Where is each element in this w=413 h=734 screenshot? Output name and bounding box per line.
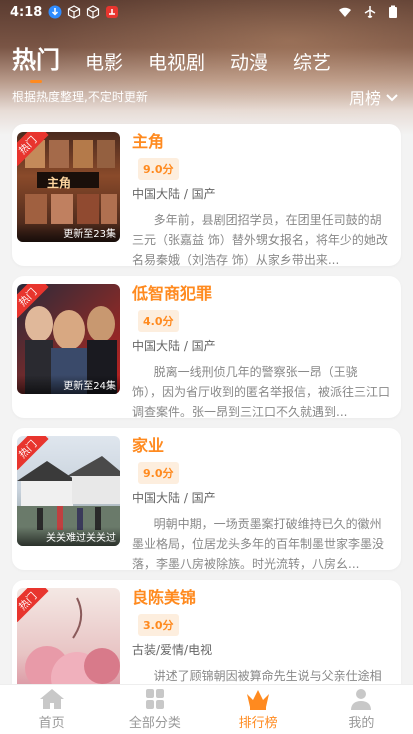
home-icon <box>39 689 64 709</box>
item-title: 良陈美锦 <box>132 588 197 607</box>
list-item[interactable]: 主角 热门 更新至23集 主角 9.0分 中国大陆 / 国产 多年前，县剧团招学… <box>12 124 401 267</box>
tab-tv-series[interactable]: 电视剧 <box>148 48 205 75</box>
rank-period-label: 周榜 <box>348 89 381 108</box>
cube-icon-2 <box>87 5 100 19</box>
list-item[interactable]: 热门 关关难过关关过 家业 9.0分 中国大陆 / 国产 明朝中期，一场贡墨案打… <box>12 428 401 571</box>
tab-movie[interactable]: 电影 <box>85 48 123 75</box>
item-title: 家业 <box>132 436 165 455</box>
poster-image: 热门 关关难过关关过 <box>17 436 120 546</box>
cube-icon <box>68 5 81 19</box>
download-icon <box>48 5 62 19</box>
nav-profile-label: 我的 <box>348 716 375 731</box>
list-item[interactable]: 热门 更新至24集 低智商犯罪 4.0分 中国大陆 / 国产 脱离一线刑侦几年的… <box>12 276 401 419</box>
item-info: 低智商犯罪 4.0分 中国大陆 / 国产 脱离一线刑侦几年的警察张一昂（王骁 饰… <box>132 284 391 422</box>
nav-categories-label: 全部分类 <box>128 716 181 731</box>
item-description: 多年前，县剧团招学员，在团里任司鼓的胡三元（张嘉益 饰）替外甥女报名，将年少的她… <box>132 213 388 267</box>
tab-hot[interactable]: 热门 <box>12 40 60 83</box>
nav-ranking-label: 排行榜 <box>238 716 278 731</box>
episode-status: 更新至24集 <box>17 375 120 394</box>
episode-status: 关关难过关关过 <box>17 527 120 546</box>
item-description: 脱离一线刑侦几年的警察张一昂（王骁 饰），因为省厅收到的匿名举报信，被派往三江口… <box>132 365 391 419</box>
category-icon <box>145 689 164 709</box>
score-badge: 9.0分 <box>138 158 179 180</box>
crown-icon <box>247 690 270 710</box>
item-meta: 中国大陆 / 国产 <box>132 187 216 201</box>
item-meta: 古装/爱情/电视 <box>132 643 213 657</box>
page-subtitle: 根据热度整理,不定时更新 <box>12 90 148 104</box>
app-notification-icon <box>106 6 119 18</box>
bottom-navigation: 首页 全部分类 排行榜 我的 <box>0 684 413 734</box>
user-icon <box>351 689 372 710</box>
poster-title: 主角 <box>47 176 72 190</box>
item-info: 主角 9.0分 中国大陆 / 国产 多年前，县剧团招学员，在团里任司鼓的胡三元（… <box>132 132 391 270</box>
poster-image: 热门 更新至24集 <box>17 284 120 394</box>
item-meta: 中国大陆 / 国产 <box>132 339 216 353</box>
wifi-icon <box>339 7 351 17</box>
poster-image: 主角 热门 更新至23集 <box>17 132 120 242</box>
status-bar: 4:18 <box>0 0 413 24</box>
score-badge: 4.0分 <box>138 310 179 332</box>
nav-all-categories[interactable]: 全部分类 <box>103 685 206 734</box>
category-tabs: 热门 电影 电视剧 动漫 综艺 <box>12 40 356 83</box>
item-title: 主角 <box>132 132 165 151</box>
rank-period-select[interactable]: 周榜 <box>349 85 399 109</box>
status-time: 4:18 <box>10 4 43 20</box>
tab-anime[interactable]: 动漫 <box>230 48 268 75</box>
airplane-icon <box>364 6 376 18</box>
nav-home[interactable]: 首页 <box>0 685 103 734</box>
item-meta: 中国大陆 / 国产 <box>132 491 216 505</box>
score-badge: 9.0分 <box>138 462 179 484</box>
nav-ranking[interactable]: 排行榜 <box>207 685 310 734</box>
item-description: 明朝中期，一场贡墨案打破维持已久的徽州墨业格局，位居龙头多年的百年制墨世家李墨没… <box>132 517 385 571</box>
episode-status: 更新至23集 <box>17 223 120 242</box>
nav-home-label: 首页 <box>38 716 65 731</box>
item-info: 家业 9.0分 中国大陆 / 国产 明朝中期，一场贡墨案打破维持已久的徽州墨业格… <box>132 436 391 574</box>
tab-variety[interactable]: 综艺 <box>293 48 331 75</box>
poster-image: 热门 <box>17 588 120 698</box>
chevron-down-icon <box>386 94 398 102</box>
ranking-list: 主角 热门 更新至23集 主角 9.0分 中国大陆 / 国产 多年前，县剧团招学… <box>12 124 401 732</box>
battery-icon <box>389 5 397 18</box>
nav-profile[interactable]: 我的 <box>310 685 413 734</box>
score-badge: 3.0分 <box>138 614 179 636</box>
item-title: 低智商犯罪 <box>132 284 213 303</box>
